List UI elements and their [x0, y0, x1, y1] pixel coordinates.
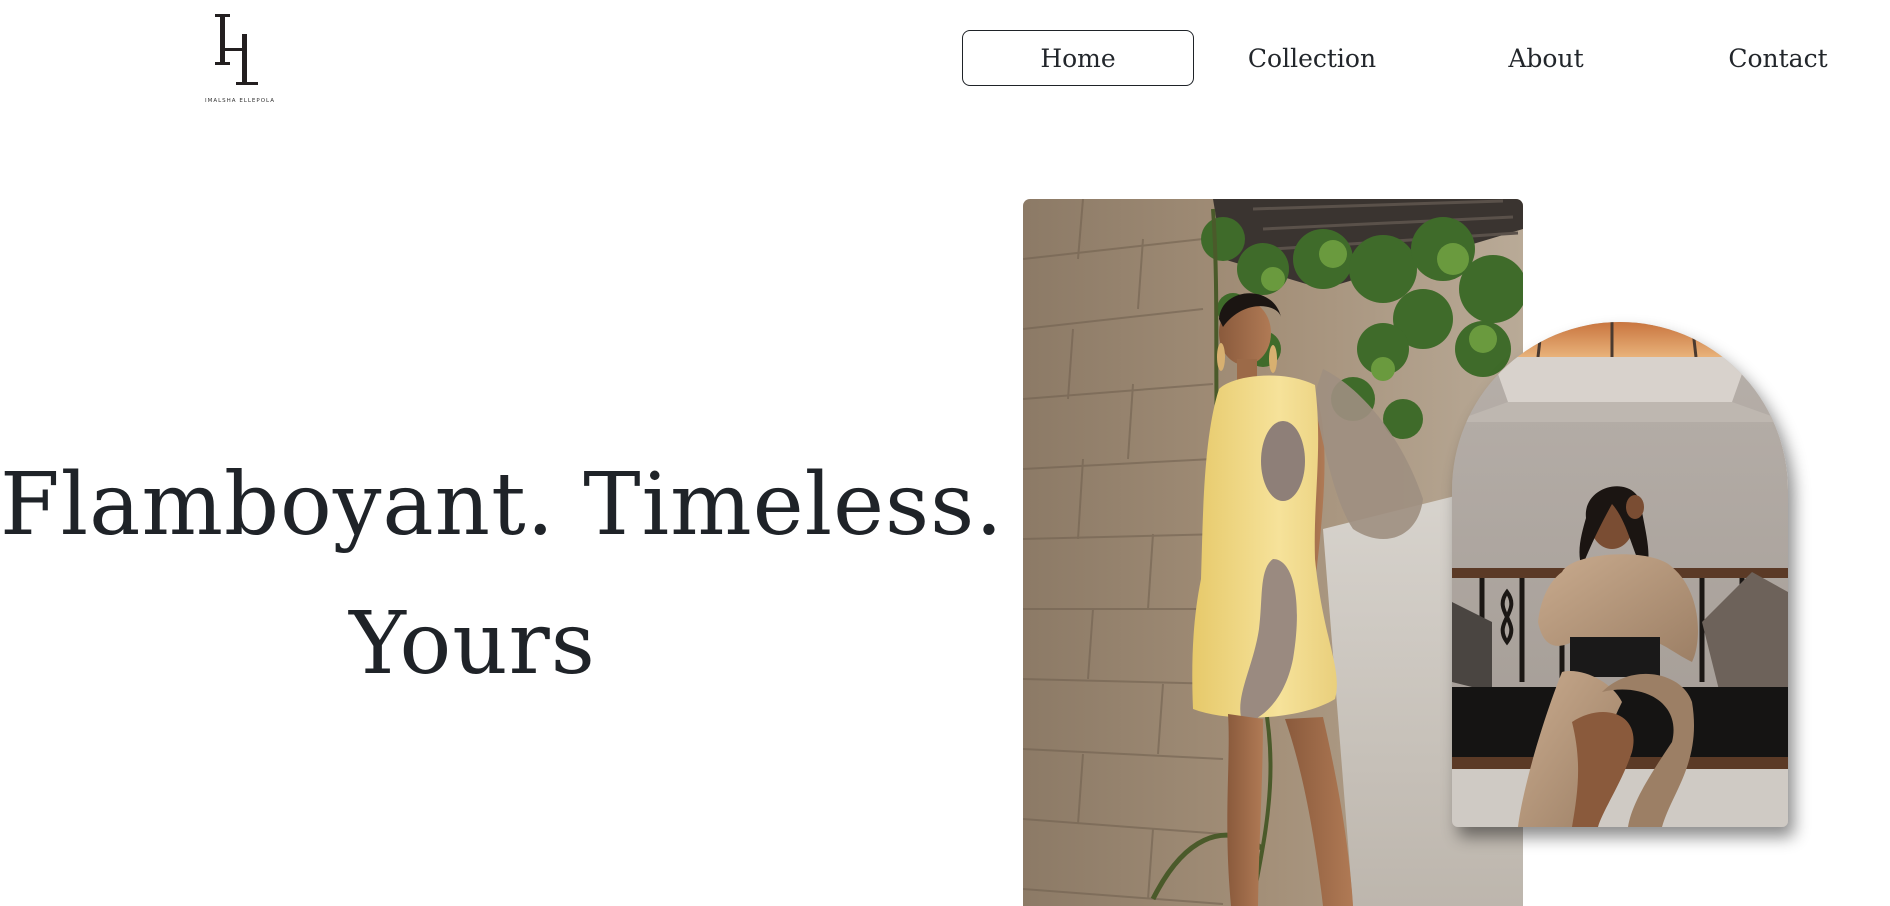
hero-heading-line-1: Flamboyant. Timeless. — [0, 455, 1004, 555]
nav-home-link[interactable]: Home — [962, 30, 1194, 86]
fashion-photo-arch-icon — [1452, 322, 1788, 827]
nav-about-link[interactable]: About — [1430, 30, 1662, 86]
logo-wordmark: IMALSHA ELLEPOLA — [204, 98, 275, 104]
site-logo[interactable]: IMALSHA ELLEPOLA — [200, 12, 280, 107]
nav-collection-link[interactable]: Collection — [1196, 30, 1428, 86]
hero-main-photo — [1023, 199, 1523, 906]
nav-contact-link[interactable]: Contact — [1662, 30, 1890, 86]
logo-monogram-icon — [215, 14, 258, 85]
main-nav: Home Collection About Contact — [962, 30, 1862, 88]
hero-heading-line-2: Yours — [349, 594, 596, 694]
secondary-arch-photo — [1452, 322, 1788, 827]
fashion-photo-yellow-dress-icon — [1023, 199, 1523, 906]
